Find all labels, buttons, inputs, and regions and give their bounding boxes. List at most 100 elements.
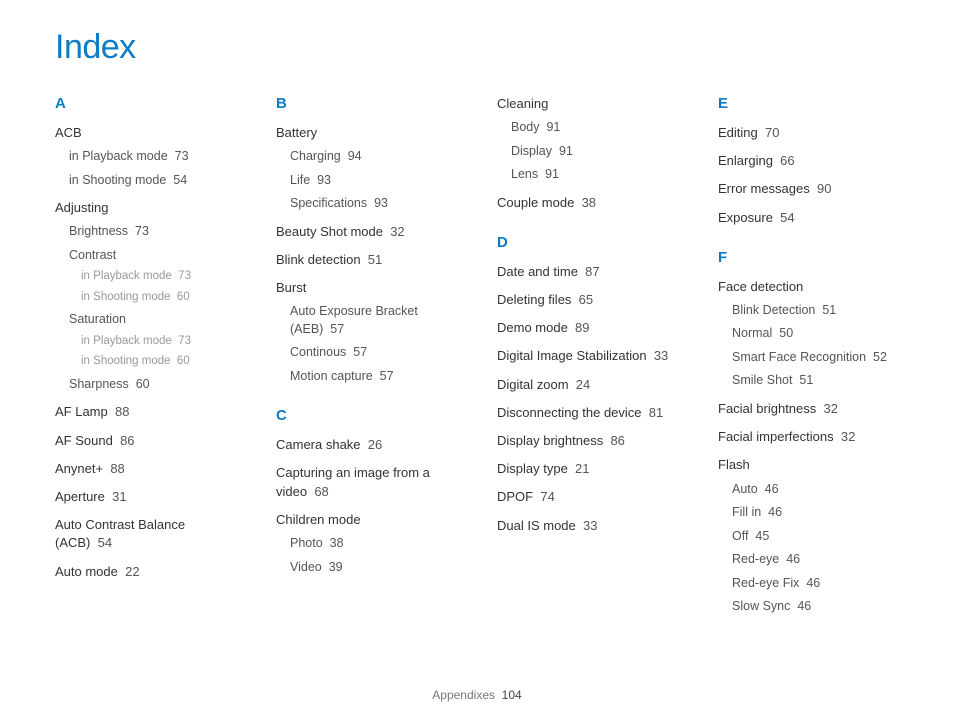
index-sub-entry: Brightness 73 — [69, 223, 236, 241]
index-sub-term: Normal — [732, 326, 772, 340]
index-sub-sub-entry: in Playback mode 73 — [81, 269, 236, 285]
index-entry: Disconnecting the device 81 — [497, 404, 678, 422]
index-entry: Auto mode 22 — [55, 563, 236, 581]
index-sub-entry: Normal 50 — [732, 325, 899, 343]
index-page: 86 — [120, 433, 134, 448]
index-entry: Beauty Shot mode 32 — [276, 223, 457, 241]
index-sub-page: 45 — [755, 529, 769, 543]
index-sub-entry: Video 39 — [290, 559, 457, 577]
index-page: 70 — [765, 125, 779, 140]
index-term: Disconnecting the device — [497, 405, 642, 420]
index-term: AF Sound — [55, 433, 113, 448]
index-page: 68 — [314, 484, 328, 499]
index-sub-term: Blink Detection — [732, 303, 815, 317]
index-sub-page: 60 — [136, 377, 150, 391]
index-sub-page: 73 — [175, 149, 189, 163]
index-term: Digital zoom — [497, 377, 569, 392]
index-term: Enlarging — [718, 153, 773, 168]
index-page: 74 — [540, 489, 554, 504]
index-term: Anynet+ — [55, 461, 103, 476]
index-sub-entry: in Shooting mode 54 — [69, 172, 236, 190]
index-term: AF Lamp — [55, 404, 108, 419]
index-page: 66 — [780, 153, 794, 168]
letter-heading: D — [497, 234, 678, 251]
index-entry: Couple mode 38 — [497, 194, 678, 212]
index-sub-sub-term: in Shooting mode — [81, 291, 171, 303]
index-term: Auto mode — [55, 564, 118, 579]
index-sub-page: 52 — [873, 350, 887, 364]
index-term: Deleting files — [497, 292, 571, 307]
index-sub-entry: Off 45 — [732, 528, 899, 546]
index-sub-term: Life — [290, 173, 310, 187]
index-sub-term: Specifications — [290, 196, 367, 210]
index-sub-page: 57 — [330, 322, 344, 336]
index-column: AACBin Playback mode 73in Shooting mode … — [55, 95, 236, 626]
index-entry: Aperture 31 — [55, 488, 236, 506]
index-sub-sub-entry: in Shooting mode 60 — [81, 290, 236, 306]
index-sub-term: in Playback mode — [69, 149, 168, 163]
index-term: Auto Contrast Balance (ACB) — [55, 517, 185, 550]
index-term: Camera shake — [276, 437, 361, 452]
index-sub-term: Off — [732, 529, 748, 543]
index-sub-entry: Motion capture 57 — [290, 368, 457, 386]
index-entry: FlashAuto 46Fill in 46Off 45Red-eye 46Re… — [718, 456, 899, 615]
page-title: Index — [55, 28, 899, 67]
index-sub-entry: Smart Face Recognition 52 — [732, 349, 899, 367]
letter-heading: F — [718, 249, 899, 266]
index-sub-entry: Slow Sync 46 — [732, 598, 899, 616]
index-term: Editing — [718, 125, 758, 140]
index-sub-page: 51 — [799, 373, 813, 387]
index-page: 32 — [841, 429, 855, 444]
index-sub-page: 51 — [822, 303, 836, 317]
index-sub-entry: Contrastin Playback mode 73in Shooting m… — [69, 247, 236, 306]
sub-list: Brightness 73 Contrastin Playback mode 73… — [55, 223, 236, 393]
footer-section: Appendixes — [432, 688, 495, 702]
index-sub-term: Photo — [290, 536, 323, 550]
index-sub-sub-term: in Playback mode — [81, 270, 172, 282]
index-sub-page: 46 — [806, 576, 820, 590]
index-term: Display type — [497, 461, 568, 476]
index-sub-page: 57 — [380, 369, 394, 383]
index-page: 31 — [112, 489, 126, 504]
index-term: Error messages — [718, 181, 810, 196]
index-sub-term: Motion capture — [290, 369, 373, 383]
index-sub-page: 46 — [768, 505, 782, 519]
index-term: Aperture — [55, 489, 105, 504]
index-page: 26 — [368, 437, 382, 452]
index-entry: Digital Image Stabilization 33 — [497, 347, 678, 365]
index-term: Blink detection — [276, 252, 361, 267]
sub-list: Blink Detection 51 Normal 50 Smart Face Re… — [718, 302, 899, 390]
index-page: 87 — [585, 264, 599, 279]
index-term: Couple mode — [497, 195, 574, 210]
index-page: 86 — [610, 433, 624, 448]
index-term: Display brightness — [497, 433, 603, 448]
index-sub-term: Red-eye Fix — [732, 576, 799, 590]
index-sub-entry: Sharpness 60 — [69, 376, 236, 394]
index-entry: AdjustingBrightness 73Contrastin Playbac… — [55, 199, 236, 393]
index-sub-entry: Saturationin Playback mode 73in Shooting… — [69, 311, 236, 370]
index-sub-page: 94 — [348, 149, 362, 163]
index-sub-entry: Body 91 — [511, 119, 678, 137]
index-page: 54 — [780, 210, 794, 225]
index-entry: AF Lamp 88 — [55, 403, 236, 421]
index-term: Face detection — [718, 279, 803, 294]
index-sub-sub-term: in Playback mode — [81, 335, 172, 347]
index-sub-entry: Life 93 — [290, 172, 457, 190]
index-term: Flash — [718, 457, 750, 472]
index-sub-term: in Shooting mode — [69, 173, 166, 187]
index-sub-sub-entry: in Shooting mode 60 — [81, 354, 236, 370]
index-term: Facial imperfections — [718, 429, 834, 444]
sub-list: Auto Exposure Bracket (AEB) 57Continous … — [276, 303, 457, 385]
index-sub-page: 93 — [374, 196, 388, 210]
index-sub-term: Smile Shot — [732, 373, 792, 387]
index-entry: Dual IS mode 33 — [497, 517, 678, 535]
index-sub-term: Brightness — [69, 224, 128, 238]
letter-heading: B — [276, 95, 457, 112]
index-entry: Error messages 90 — [718, 180, 899, 198]
index-entry: Enlarging 66 — [718, 152, 899, 170]
sub-sub-list: in Playback mode 73 in Shooting mode 60 — [69, 269, 236, 305]
index-sub-term: Display — [511, 144, 552, 158]
index-sub-entry: Photo 38 — [290, 535, 457, 553]
index-page: 33 — [583, 518, 597, 533]
index-sub-page: 93 — [317, 173, 331, 187]
